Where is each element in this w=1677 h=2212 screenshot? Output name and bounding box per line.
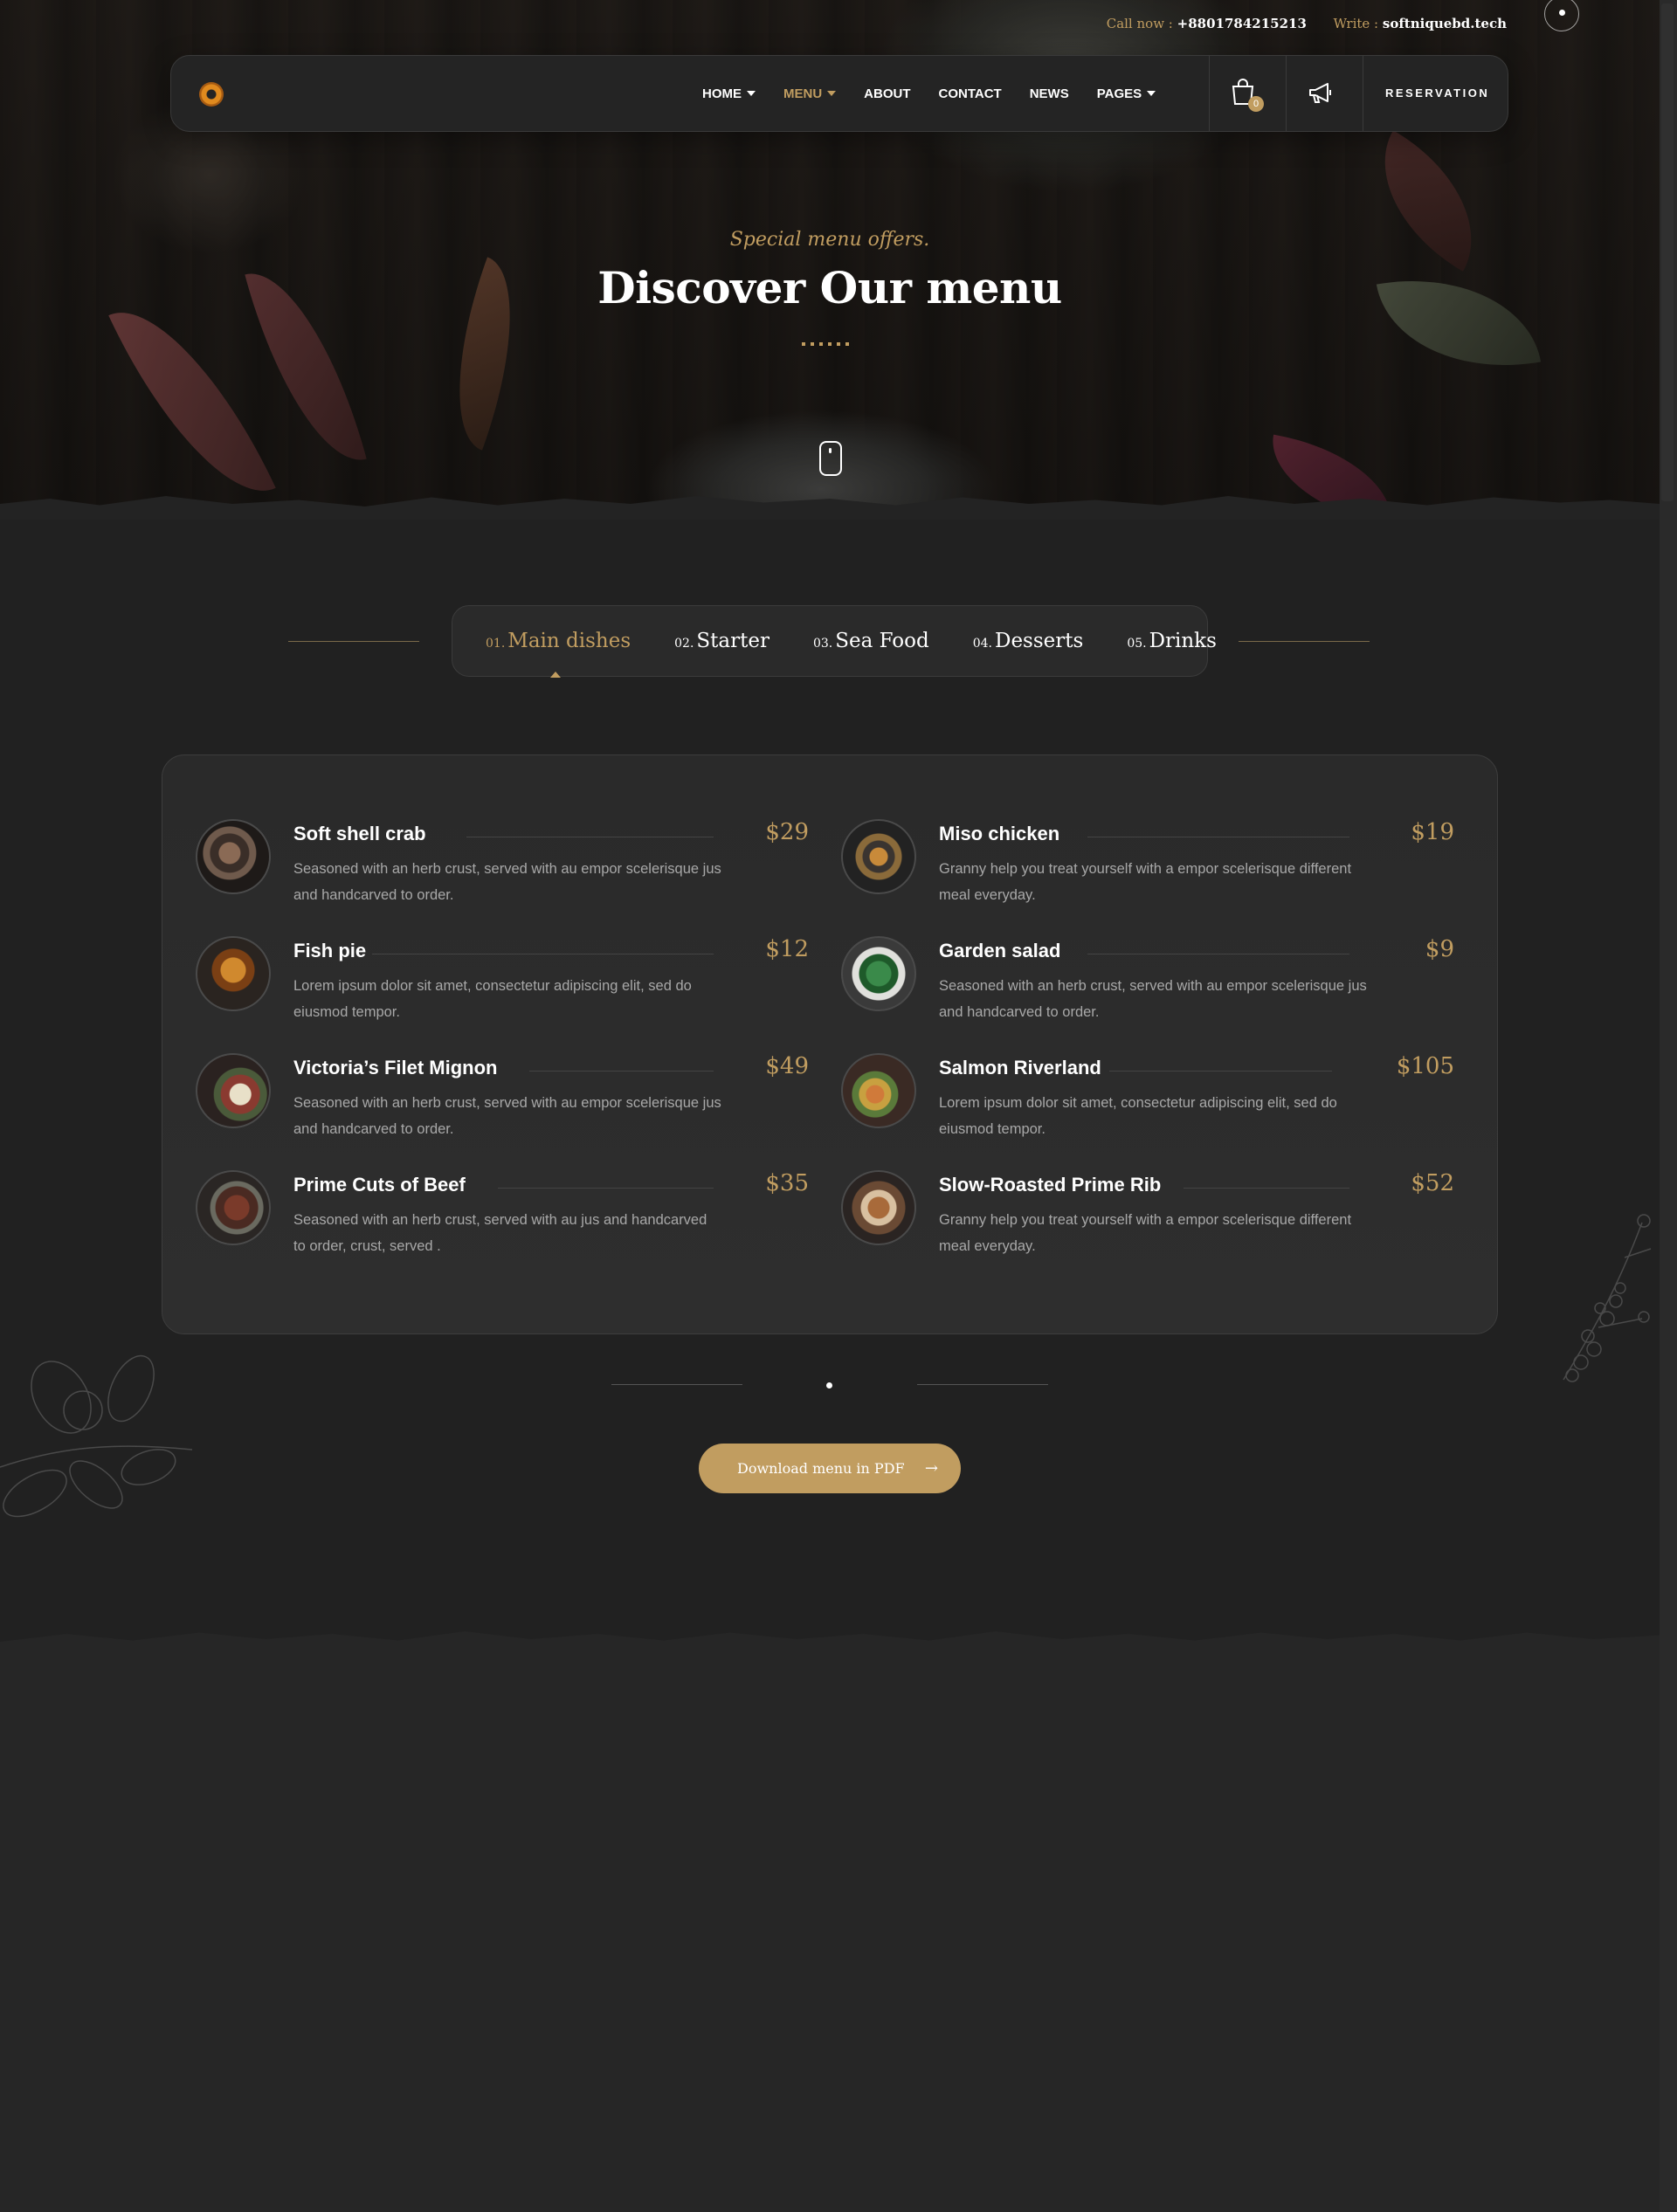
nav-item-home[interactable]: HOME: [702, 86, 756, 101]
caret-down-icon: [747, 91, 756, 96]
logo[interactable]: [199, 82, 224, 107]
nav-divider: [1209, 56, 1210, 131]
call-label: Call now :: [1106, 16, 1173, 31]
caret-down-icon: [1147, 91, 1156, 96]
megaphone-icon[interactable]: [1307, 80, 1335, 107]
write-label: Write :: [1333, 16, 1379, 31]
nav-menu: HOME MENU ABOUT CONTACT NEWS PAGES: [702, 56, 1184, 131]
title-divider: [802, 342, 854, 346]
email-link[interactable]: softniquebd.tech: [1383, 16, 1507, 31]
nav-divider: [1286, 56, 1287, 131]
page-title: Discover Our menu: [597, 262, 1062, 314]
scroll-down-icon[interactable]: [819, 441, 842, 476]
hero-subtitle: Special menu offers.: [729, 229, 930, 251]
nav-item-pages[interactable]: PAGES: [1097, 86, 1156, 101]
contact-topbar: Call now : +8801784215213 Write : softni…: [1107, 16, 1507, 31]
phone-number[interactable]: +8801784215213: [1177, 16, 1307, 31]
reservation-button[interactable]: RESERVATION: [1385, 56, 1489, 131]
menu-toggle-button[interactable]: [1544, 0, 1579, 31]
cart-count-badge: 0: [1248, 96, 1264, 112]
nav-item-about[interactable]: ABOUT: [864, 86, 910, 101]
main-navbar: HOME MENU ABOUT CONTACT NEWS PAGES 0 RES…: [170, 55, 1508, 132]
nav-item-contact[interactable]: CONTACT: [939, 86, 1002, 101]
nav-item-menu[interactable]: MENU: [783, 86, 837, 101]
nav-item-news[interactable]: NEWS: [1030, 86, 1069, 101]
caret-down-icon: [827, 91, 837, 96]
